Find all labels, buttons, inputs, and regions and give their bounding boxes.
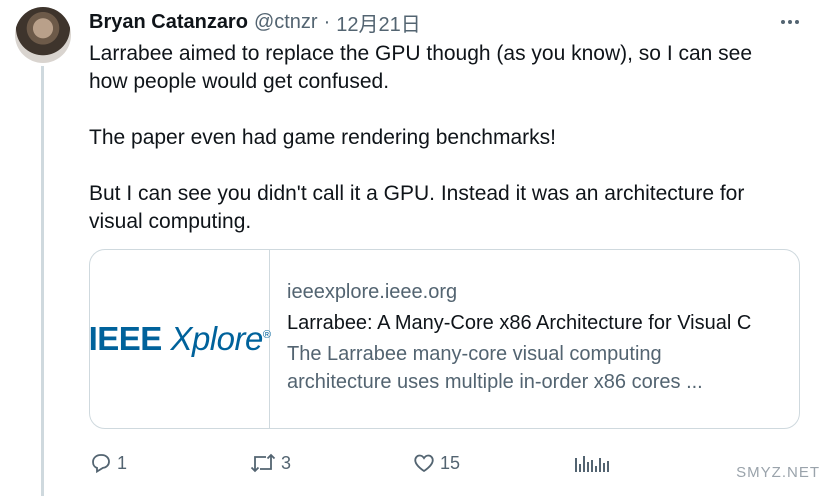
- retweet-count: 3: [281, 452, 292, 473]
- retweet-button[interactable]: 3: [249, 448, 291, 478]
- card-body: ieeexplore.ieee.org Larrabee: A Many-Cor…: [287, 278, 792, 396]
- card-title: Larrabee: A Many-Core x86 Architecture f…: [287, 312, 752, 334]
- views-icon: [575, 454, 609, 472]
- logo-ieee-text: IEEE: [89, 320, 162, 357]
- author-handle[interactable]: @ctnzr: [254, 11, 318, 34]
- watermark: SMYZ.NET: [736, 464, 820, 481]
- heart-icon: [414, 454, 434, 473]
- like-button[interactable]: 15: [412, 448, 460, 478]
- views-button[interactable]: [575, 448, 609, 478]
- retweet-icon: [250, 453, 276, 473]
- link-preview-card[interactable]: IEEE Xplore® ieeexplore.ieee.org Larrabe…: [89, 249, 800, 429]
- tweet-paragraph: Larrabee aimed to replace the GPU though…: [89, 42, 753, 93]
- thread-connector-line: [41, 66, 44, 496]
- tweet-paragraph: But I can see you didn't call it a GPU. …: [89, 182, 745, 233]
- card-description: The Larrabee many-core visual computing …: [287, 343, 703, 393]
- avatar[interactable]: [15, 7, 71, 63]
- reply-icon: [92, 454, 110, 474]
- separator-dot: ·: [323, 10, 331, 33]
- logo-xplore-text: Xplore: [170, 320, 263, 357]
- logo-registered-mark: ®: [262, 329, 271, 341]
- tweet-header: Bryan Catanzaro @ctnzr · 12月21日: [89, 7, 421, 37]
- ieee-xplore-logo: IEEE Xplore®: [89, 320, 271, 358]
- reply-button[interactable]: 1: [89, 448, 127, 478]
- card-thumbnail: IEEE Xplore®: [89, 250, 271, 428]
- like-count: 15: [440, 452, 461, 473]
- more-icon[interactable]: [778, 11, 802, 33]
- card-domain: ieeexplore.ieee.org: [287, 281, 458, 303]
- author-name[interactable]: Bryan Catanzaro: [89, 11, 248, 34]
- tweet-text: Larrabee aimed to replace the GPU though…: [89, 40, 789, 236]
- tweet-timestamp[interactable]: 12月21日: [336, 8, 421, 37]
- reply-count: 1: [117, 452, 128, 473]
- tweet-actions: 1 3 15: [89, 448, 829, 480]
- tweet-paragraph: The paper even had game rendering benchm…: [89, 126, 556, 149]
